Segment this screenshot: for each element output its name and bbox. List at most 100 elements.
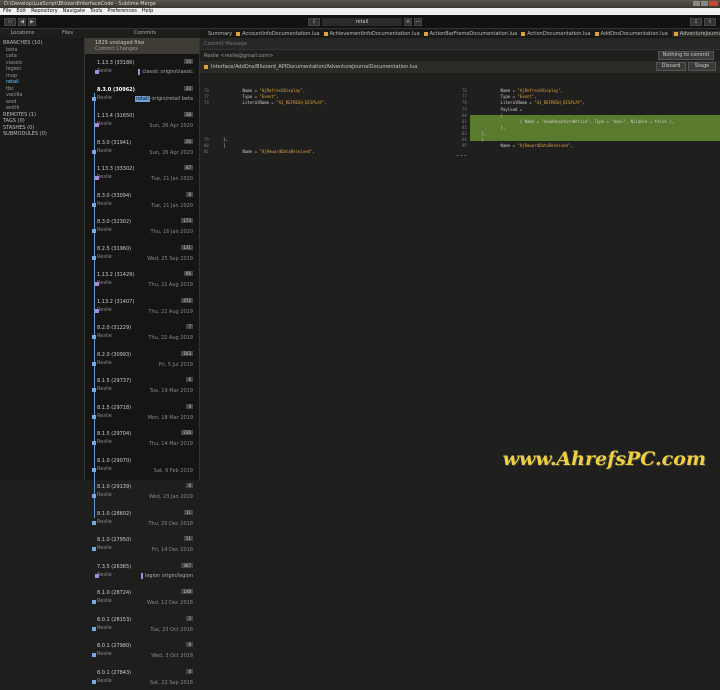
commits-header[interactable]: Commits: [90, 29, 200, 38]
uncommitted-changes[interactable]: 1829 unstaged files Commit Changes: [85, 38, 199, 54]
expand-context-button[interactable]: ...: [456, 151, 467, 158]
stash-button[interactable]: ≡: [404, 18, 412, 26]
file-tab[interactable]: AddOnsDocumentation.lua: [595, 31, 668, 37]
author-label: Reslie <reslie@gmail.com>: [204, 53, 273, 59]
file-header: Interface/AddOns/Blizzard_APIDocumentati…: [200, 61, 720, 73]
branch-labels: classic origin/classic: [138, 69, 193, 75]
commit-row[interactable]: 8.0.1 (28153)Reslie2Tue, 23 Oct 2018: [85, 611, 199, 638]
commit-row[interactable]: 8.3.0 (33094)Reslie8Tue, 21 Jan 2020: [85, 187, 199, 214]
maximize-button[interactable]: [701, 1, 708, 6]
commit-row[interactable]: 1.13.4 (31650)Reslie38Sun, 26 Apr 2020: [85, 107, 199, 134]
commit-row[interactable]: 7.3.5 (26365)Reslie307legion origin/legi…: [85, 558, 199, 585]
close-button[interactable]: [709, 1, 718, 6]
code: ,: [312, 149, 314, 154]
commit-row[interactable]: 8.1.0 (28602)Reslie11Thu, 20 Dec 2018: [85, 505, 199, 532]
code-string: "AJ_REFRESH_DISPLAY": [276, 100, 324, 105]
commit-button[interactable]: Nothing to commit: [658, 51, 714, 60]
code-string: "Event": [259, 94, 276, 99]
commit-date: Thu, 22 Aug 2019: [148, 282, 193, 288]
line-number: 83: [462, 131, 467, 136]
commit-row[interactable]: 8.1.0 (29070)ReslieSat, 9 Feb 2019: [85, 452, 199, 479]
commit-row[interactable]: 8.3.0 (31941)Reslie26Sun, 26 Apr 2020: [85, 134, 199, 161]
commit-row[interactable]: 1.13.3 (33186)Reslie14classic origin/cla…: [85, 54, 199, 81]
submodules-header[interactable]: SUBMODULES (0): [0, 131, 84, 138]
file-tab[interactable]: ActionDocumentation.lua: [521, 31, 590, 37]
commit-title: 8.0.1 (27843): [97, 670, 199, 676]
main-panel: Summary AccountInfoDocumentation.lua Achie…: [200, 29, 720, 480]
file-tab[interactable]: ActionBarFrameDocumentation.lua: [424, 31, 518, 37]
commit-row[interactable]: 8.0.1 (27843)Reslie8Sat, 22 Sep 2018: [85, 664, 199, 690]
line-number: 77: [204, 94, 209, 99]
commit-row[interactable]: 8.1.0 (27950)Reslie11Fri, 14 Dec 2018: [85, 531, 199, 558]
commit-date: Wed, 3 Oct 2018: [151, 653, 193, 659]
file-tab[interactable]: AccountInfoDocumentation.lua: [236, 31, 319, 37]
pull-button[interactable]: ⇩: [690, 18, 702, 26]
commit-row[interactable]: 8.0.1 (27980)Reslie6Wed, 3 Oct 2018: [85, 637, 199, 664]
commit-row[interactable]: 8.1.0 (28724)Reslie148Wed, 12 Dec 2018: [85, 584, 199, 611]
locations-header[interactable]: Locations: [0, 29, 45, 38]
file-count-badge: 8: [186, 669, 193, 674]
commit-node: [92, 494, 96, 498]
modified-file-icon: [324, 32, 328, 36]
branch-selector[interactable]: retail: [322, 18, 402, 26]
commit-title: 8.2.0 (31229): [97, 325, 199, 331]
line-number: 84: [462, 137, 467, 142]
commit-row[interactable]: 8.1.5 (29718)Reslie4Mon, 18 Mar 2019: [85, 399, 199, 426]
fetch-button[interactable]: ⇩: [308, 18, 320, 26]
commit-row[interactable]: 1.13.3 (33302)Reslie47Tue, 21 Jan 2020: [85, 160, 199, 187]
menu-file[interactable]: File: [3, 8, 11, 15]
file-tab[interactable]: AdventureJournalDocumentation.lua: [672, 31, 720, 37]
modified-file-icon: [595, 32, 599, 36]
branch-label[interactable]: origin/classic: [161, 69, 193, 75]
line-number: 78: [204, 100, 209, 105]
commit-changes-label: Commit Changes: [95, 46, 199, 52]
menu-edit[interactable]: Edit: [16, 8, 26, 15]
file-count-badge: 148: [181, 589, 193, 594]
commit-row[interactable]: 8.2.5 (31960)Reslie131Wed, 25 Sep 2019: [85, 240, 199, 267]
commit-row[interactable]: 8.1.5 (29737)Reslie6Tue, 19 Mar 2019: [85, 372, 199, 399]
branch-label[interactable]: origin/legion: [162, 573, 193, 579]
commit-row[interactable]: 8.2.0 (31229)Reslie7Thu, 22 Aug 2019: [85, 319, 199, 346]
code: LiteralName =: [216, 100, 276, 105]
modified-file-icon: [521, 32, 525, 36]
branch-label[interactable]: origin/retail: [151, 96, 180, 102]
commit-row[interactable]: 1.13.2 (31429)Reslie66Thu, 22 Aug 2019: [85, 266, 199, 293]
discard-button[interactable]: Discard: [656, 62, 686, 71]
minimize-button[interactable]: [693, 1, 700, 6]
menu-help[interactable]: Help: [142, 8, 153, 15]
branch-label[interactable]: retail: [135, 96, 150, 102]
commit-row[interactable]: 8.1.0 (29139)Reslie6Wed, 23 Jan 2019: [85, 478, 199, 505]
commit-date: Tue, 21 Jan 2020: [151, 203, 193, 209]
files-header[interactable]: Files: [45, 29, 90, 38]
code: ,: [324, 100, 326, 105]
commit-message-input[interactable]: Commit Message: [200, 38, 720, 50]
menu-tools[interactable]: Tools: [90, 8, 102, 15]
commit-title: 8.1.5 (29718): [97, 405, 199, 411]
tab-summary[interactable]: Summary: [208, 31, 232, 37]
commit-title: 8.1.0 (29139): [97, 484, 199, 490]
menu-navigate[interactable]: Navigate: [63, 8, 85, 15]
branch-label[interactable]: legion: [141, 573, 160, 579]
commit-node: [92, 521, 96, 525]
commit-row[interactable]: 8.3.0 (30962)Reslie22retail origin/retai…: [85, 81, 199, 108]
stage-button[interactable]: Stage: [688, 62, 716, 71]
more-button[interactable]: —: [414, 18, 422, 26]
commit-row[interactable]: 8.2.0 (30993)Reslie163Fri, 5 Jul 2019: [85, 346, 199, 373]
menu-preferences[interactable]: Preferences: [107, 8, 136, 15]
push-button[interactable]: ⇧: [704, 18, 716, 26]
file-count-badge: 4: [186, 404, 193, 409]
commit-row[interactable]: 8.1.5 (29704)Reslie230Thu, 14 Mar 2019: [85, 425, 199, 452]
commit-date: Thu, 16 Jan 2020: [150, 229, 193, 235]
commit-row[interactable]: 1.13.2 (31407)Reslie472Thu, 22 Aug 2019: [85, 293, 199, 320]
file-count-badge: 131: [181, 245, 193, 250]
menu-repository[interactable]: Repository: [31, 8, 58, 15]
commit-row[interactable]: 8.3.0 (32302)Reslie173Thu, 16 Jan 2020: [85, 213, 199, 240]
branch-label[interactable]: classic: [138, 69, 159, 75]
diff-line: 85 Name = "AjRewardDataReceived",: [462, 143, 573, 149]
back-button[interactable]: ◀: [18, 18, 26, 26]
forward-button[interactable]: ▶: [28, 18, 36, 26]
commit-date: Sun, 26 Apr 2020: [149, 123, 193, 129]
file-tab[interactable]: AchievementInfoDocumentation.lua: [324, 31, 420, 37]
sidebar-toggle-button[interactable]: ▭: [4, 18, 16, 26]
branch-label[interactable]: beta: [182, 96, 193, 102]
